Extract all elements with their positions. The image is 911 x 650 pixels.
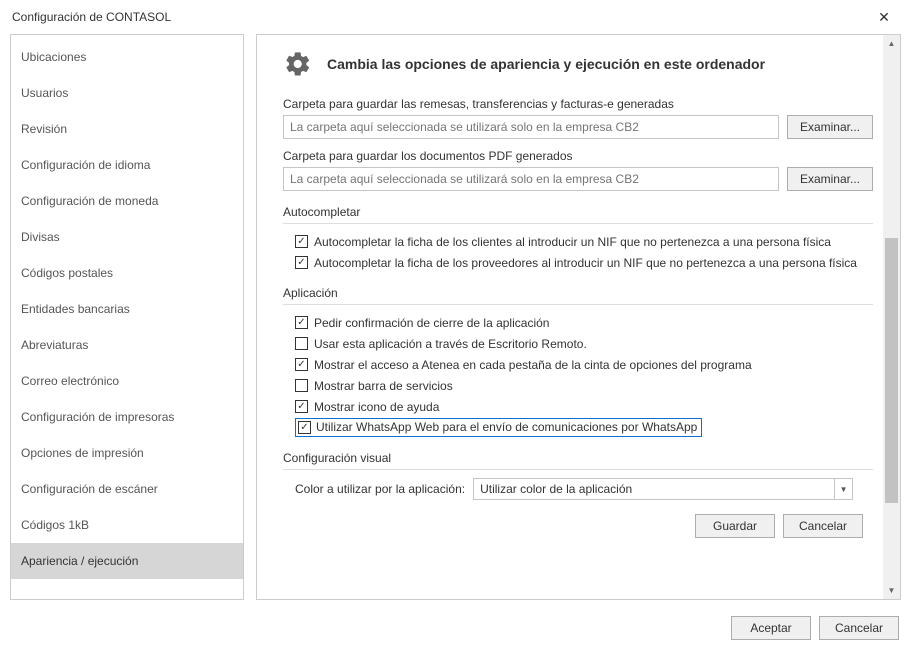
checkbox-icon [298, 421, 311, 434]
checkbox-icon [295, 256, 308, 269]
input-folder-pdf[interactable] [283, 167, 779, 191]
body: Ubicaciones Usuarios Revisión Configurac… [0, 34, 911, 608]
pane-title: Cambia las opciones de apariencia y ejec… [327, 56, 765, 72]
browse-pdf-button[interactable]: Examinar... [787, 167, 873, 191]
chk-help-icon[interactable]: Mostrar icono de ayuda [295, 397, 873, 416]
scroll-track[interactable] [883, 52, 900, 582]
sidebar: Ubicaciones Usuarios Revisión Configurac… [10, 34, 244, 600]
section-autocomplete: Autocompletar [283, 205, 873, 219]
section-visual: Configuración visual [283, 451, 873, 465]
scroll-down-icon[interactable]: ▼ [883, 582, 900, 599]
sidebar-item-divisas[interactable]: Divisas [11, 219, 243, 255]
sidebar-item-codigos-postales[interactable]: Códigos postales [11, 255, 243, 291]
gear-icon [283, 49, 313, 79]
save-button[interactable]: Guardar [695, 514, 775, 538]
config-window: Configuración de CONTASOL ✕ Ubicaciones … [0, 0, 911, 650]
sidebar-item-opciones-impresion[interactable]: Opciones de impresión [11, 435, 243, 471]
chk-whatsapp-web[interactable]: Utilizar WhatsApp Web para el envío de c… [295, 418, 702, 437]
chk-autocomplete-clientes[interactable]: Autocompletar la ficha de los clientes a… [295, 232, 873, 251]
cancel-pane-button[interactable]: Cancelar [783, 514, 863, 538]
window-title: Configuración de CONTASOL [12, 10, 171, 24]
sidebar-item-codigos-1kb[interactable]: Códigos 1kB [11, 507, 243, 543]
label-folder-pdf: Carpeta para guardar los documentos PDF … [283, 149, 873, 163]
chk-service-bar[interactable]: Mostrar barra de servicios [295, 376, 873, 395]
divider [283, 469, 873, 470]
checkbox-icon [295, 316, 308, 329]
chk-remote-desktop[interactable]: Usar esta aplicación a través de Escrito… [295, 334, 873, 353]
sidebar-item-abreviaturas[interactable]: Abreviaturas [11, 327, 243, 363]
combo-color[interactable]: Utilizar color de la aplicación ▼ [473, 478, 853, 500]
sidebar-item-entidades-bancarias[interactable]: Entidades bancarias [11, 291, 243, 327]
close-icon[interactable]: ✕ [869, 9, 899, 26]
divider [283, 304, 873, 305]
input-folder-remesas[interactable] [283, 115, 779, 139]
scroll-up-icon[interactable]: ▲ [883, 35, 900, 52]
checkbox-icon [295, 400, 308, 413]
checkbox-icon [295, 379, 308, 392]
accept-button[interactable]: Aceptar [731, 616, 811, 640]
chk-atenea[interactable]: Mostrar el acceso a Atenea en cada pesta… [295, 355, 873, 374]
sidebar-item-apariencia[interactable]: Apariencia / ejecución [11, 543, 243, 579]
chevron-down-icon: ▼ [834, 479, 852, 499]
sidebar-item-escaner[interactable]: Configuración de escáner [11, 471, 243, 507]
vertical-scrollbar[interactable]: ▲ ▼ [883, 35, 900, 599]
sidebar-item-idioma[interactable]: Configuración de idioma [11, 147, 243, 183]
titlebar: Configuración de CONTASOL ✕ [0, 0, 911, 34]
label-folder-remesas: Carpeta para guardar las remesas, transf… [283, 97, 873, 111]
checkbox-icon [295, 358, 308, 371]
divider [283, 223, 873, 224]
sidebar-item-correo[interactable]: Correo electrónico [11, 363, 243, 399]
pane-header: Cambia las opciones de apariencia y ejec… [283, 49, 873, 79]
sidebar-item-impresoras[interactable]: Configuración de impresoras [11, 399, 243, 435]
sidebar-item-revision[interactable]: Revisión [11, 111, 243, 147]
sidebar-item-usuarios[interactable]: Usuarios [11, 75, 243, 111]
pane-footer-buttons: Guardar Cancelar [283, 508, 873, 544]
dialog-footer: Aceptar Cancelar [0, 608, 911, 650]
cancel-button[interactable]: Cancelar [819, 616, 899, 640]
chk-autocomplete-proveedores[interactable]: Autocompletar la ficha de los proveedore… [295, 253, 873, 272]
main-pane: Cambia las opciones de apariencia y ejec… [256, 34, 901, 600]
checkbox-icon [295, 337, 308, 350]
content: Cambia las opciones de apariencia y ejec… [257, 35, 883, 599]
browse-remesas-button[interactable]: Examinar... [787, 115, 873, 139]
chk-confirm-close[interactable]: Pedir confirmación de cierre de la aplic… [295, 313, 873, 332]
sidebar-item-ubicaciones[interactable]: Ubicaciones [11, 39, 243, 75]
label-color: Color a utilizar por la aplicación: [295, 482, 465, 496]
checkbox-icon [295, 235, 308, 248]
scroll-thumb[interactable] [885, 238, 898, 503]
section-application: Aplicación [283, 286, 873, 300]
sidebar-item-moneda[interactable]: Configuración de moneda [11, 183, 243, 219]
